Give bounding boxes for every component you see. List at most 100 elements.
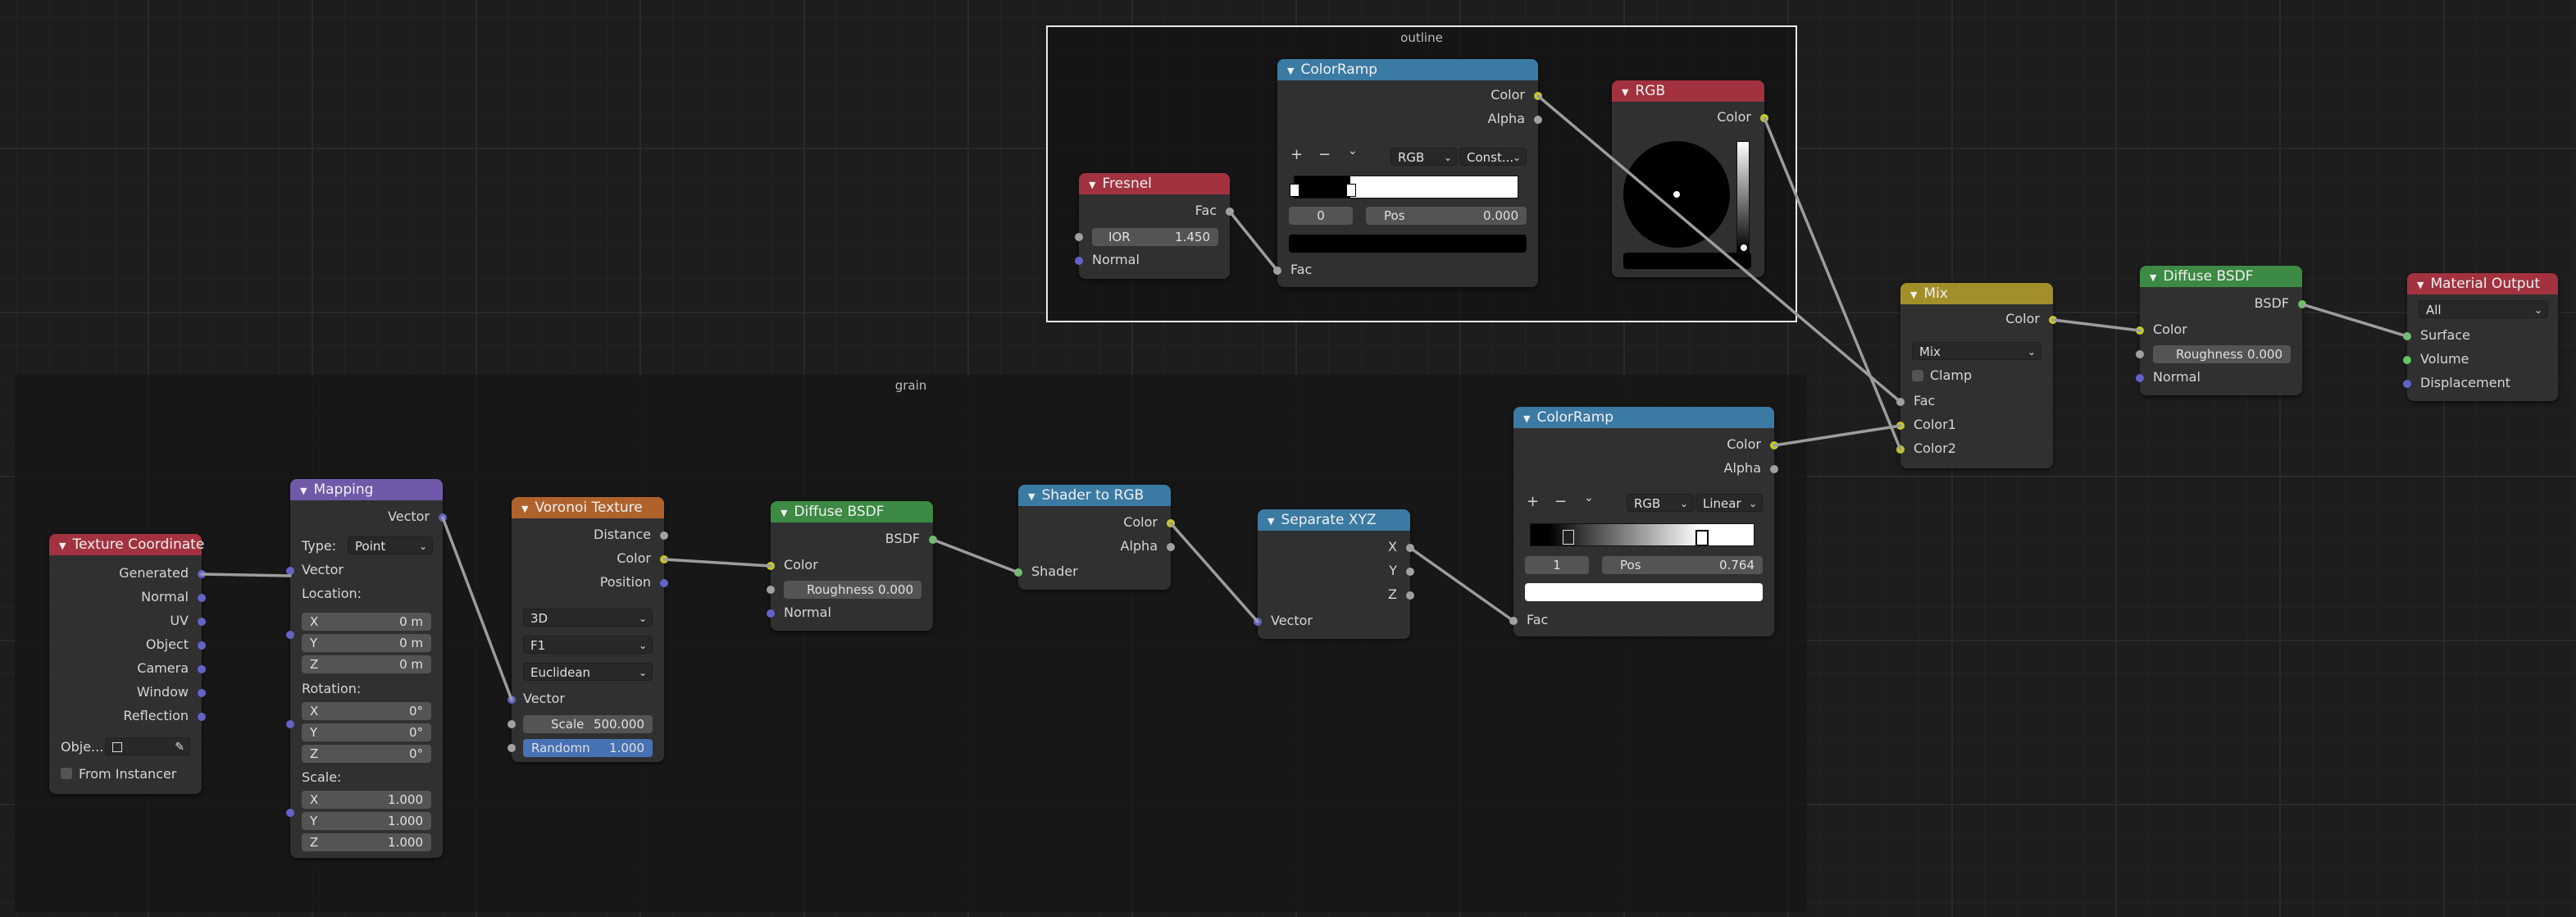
stop-color-swatch[interactable] (1525, 583, 1763, 601)
render-target-dropdown[interactable]: All ⌄ (2419, 300, 2548, 318)
value-slider-handle[interactable] (1740, 244, 1748, 252)
blend-mode-dropdown[interactable]: Mix ⌄ (1912, 342, 2041, 360)
stop-color-swatch[interactable] (1289, 235, 1527, 253)
ior-field[interactable]: IOR 1.450 (1092, 228, 1218, 246)
color-wheel[interactable] (1623, 141, 1730, 248)
input-socket[interactable] (507, 720, 516, 728)
output-socket[interactable] (929, 536, 937, 544)
output-socket[interactable] (198, 594, 206, 602)
input-socket[interactable] (286, 720, 294, 728)
input-socket[interactable] (1254, 618, 1262, 626)
scale-y-field[interactable]: Y 1.000 (302, 812, 431, 830)
dimensions-dropdown[interactable]: 3D ⌄ (523, 609, 653, 627)
feature-dropdown[interactable]: F1 ⌄ (523, 636, 653, 654)
input-socket[interactable] (2403, 356, 2411, 364)
roughness-field[interactable]: Roughness 0.000 (2153, 345, 2291, 363)
randomness-field[interactable]: Randomn 1.000 (523, 739, 653, 757)
ramp-stop-handle-active[interactable] (1695, 530, 1709, 546)
color-swatch[interactable] (1623, 253, 1751, 269)
color-ramp-gradient[interactable] (1294, 176, 1518, 198)
node-mix[interactable]: ▼ Mix Color Mix ⌄ Clamp Fac Color1 Color2 (1896, 283, 2057, 468)
object-field[interactable]: ✎ (105, 737, 190, 755)
output-socket[interactable] (1770, 441, 1778, 449)
output-socket[interactable] (1167, 519, 1175, 527)
node-header[interactable]: ▼ RGB (1612, 80, 1764, 102)
node-fresnel[interactable]: ▼ Fresnel Fac IOR 1.450 Normal (1075, 173, 1234, 279)
output-socket[interactable] (1406, 544, 1414, 552)
output-socket[interactable] (1534, 92, 1542, 100)
node-header[interactable]: ▼ Texture Coordinate (49, 534, 204, 557)
collapse-icon[interactable]: ▼ (1622, 82, 1628, 103)
input-socket[interactable] (286, 567, 294, 575)
input-socket[interactable] (767, 562, 775, 570)
collapse-icon[interactable]: ▼ (1028, 486, 1035, 508)
input-socket[interactable] (2136, 326, 2144, 335)
type-dropdown[interactable]: Point ⌄ (348, 536, 433, 554)
output-socket[interactable] (660, 555, 668, 563)
output-socket[interactable] (1167, 543, 1175, 551)
color-wheel-cursor[interactable] (1673, 191, 1680, 198)
node-rgb[interactable]: ▼ RGB Color (1612, 80, 1768, 277)
node-header[interactable]: ▼ Diffuse BSDF (2140, 266, 2302, 287)
output-socket[interactable] (1406, 591, 1414, 600)
output-socket[interactable] (198, 570, 206, 578)
node-material-output[interactable]: ▼ Material Output All ⌄ Surface Volume Dis… (2403, 273, 2558, 401)
collapse-icon[interactable]: ▼ (1089, 175, 1095, 196)
interpolation-dropdown[interactable]: Linear ⌄ (1695, 494, 1763, 512)
collapse-icon[interactable]: ▼ (300, 481, 307, 502)
input-socket[interactable] (1075, 257, 1083, 265)
input-socket[interactable] (2136, 374, 2144, 382)
node-header[interactable]: ▼ Voronoi Texture (512, 497, 664, 518)
node-colorramp-outline[interactable]: ▼ ColorRamp Color Alpha + − ⌄ RGB ⌄ Const.… (1273, 59, 1542, 287)
ramp-stop-handle[interactable] (1563, 530, 1574, 545)
add-stop-icon[interactable]: + (1290, 146, 1303, 163)
chevron-down-icon[interactable]: ⌄ (1584, 491, 1594, 504)
stop-index-field[interactable]: 1 (1525, 556, 1589, 574)
output-socket[interactable] (1226, 208, 1234, 216)
collapse-icon[interactable]: ▼ (59, 536, 66, 557)
interpolation-dropdown[interactable]: Const... ⌄ (1459, 148, 1527, 166)
node-separate-xyz[interactable]: ▼ Separate XYZ X Y Z Vector (1254, 509, 1414, 639)
output-socket[interactable] (1770, 465, 1778, 473)
input-socket[interactable] (1014, 568, 1022, 577)
input-socket[interactable] (1273, 267, 1281, 275)
node-header[interactable]: ▼ Mix (1900, 283, 2053, 304)
eyedropper-icon[interactable]: ✎ (175, 738, 184, 756)
input-socket[interactable] (507, 744, 516, 752)
collapse-icon[interactable]: ▼ (1523, 408, 1530, 430)
node-header[interactable]: ▼ ColorRamp (1513, 407, 1774, 428)
output-socket[interactable] (2298, 300, 2306, 308)
input-socket[interactable] (2403, 380, 2411, 388)
rotation-y-field[interactable]: Y 0° (302, 723, 431, 741)
collapse-icon[interactable]: ▼ (1268, 511, 1274, 532)
location-y-field[interactable]: Y 0 m (302, 634, 431, 652)
input-socket[interactable] (507, 696, 516, 704)
stop-position-field[interactable]: Pos 0.764 (1602, 556, 1763, 574)
node-mapping[interactable]: ▼ Mapping Vector Type: Point ⌄ Vector Loca… (286, 479, 447, 858)
node-header[interactable]: ▼ Diffuse BSDF (771, 501, 933, 522)
input-socket[interactable] (1896, 445, 1905, 454)
location-x-field[interactable]: X 0 m (302, 613, 431, 631)
node-header[interactable]: ▼ Shader to RGB (1018, 485, 1171, 506)
output-socket[interactable] (1406, 568, 1414, 576)
chevron-down-icon[interactable]: ⌄ (1348, 144, 1358, 157)
ramp-stop-handle-active[interactable] (1290, 184, 1299, 197)
node-header[interactable]: ▼ ColorRamp (1277, 59, 1538, 80)
node-header[interactable]: ▼ Separate XYZ (1258, 509, 1410, 531)
output-socket[interactable] (1534, 116, 1542, 124)
collapse-icon[interactable]: ▼ (1910, 285, 1917, 306)
node-header[interactable]: ▼ Fresnel (1079, 173, 1230, 194)
stop-index-field[interactable]: 0 (1289, 207, 1353, 225)
input-socket[interactable] (1075, 233, 1083, 241)
node-voronoi-texture[interactable]: ▼ Voronoi Texture Distance Color Position… (507, 497, 668, 762)
ramp-stop-handle[interactable] (1346, 184, 1356, 197)
node-colorramp-grain[interactable]: ▼ ColorRamp Color Alpha + − ⌄ RGB ⌄ Linear… (1509, 407, 1778, 636)
output-socket[interactable] (198, 618, 206, 626)
input-socket[interactable] (2403, 332, 2411, 340)
distance-metric-dropdown[interactable]: Euclidean ⌄ (523, 663, 653, 681)
remove-stop-icon[interactable]: − (1318, 146, 1331, 163)
collapse-icon[interactable]: ▼ (2150, 267, 2156, 289)
remove-stop-icon[interactable]: − (1554, 493, 1567, 510)
input-socket[interactable] (767, 586, 775, 594)
add-stop-icon[interactable]: + (1527, 493, 1539, 510)
